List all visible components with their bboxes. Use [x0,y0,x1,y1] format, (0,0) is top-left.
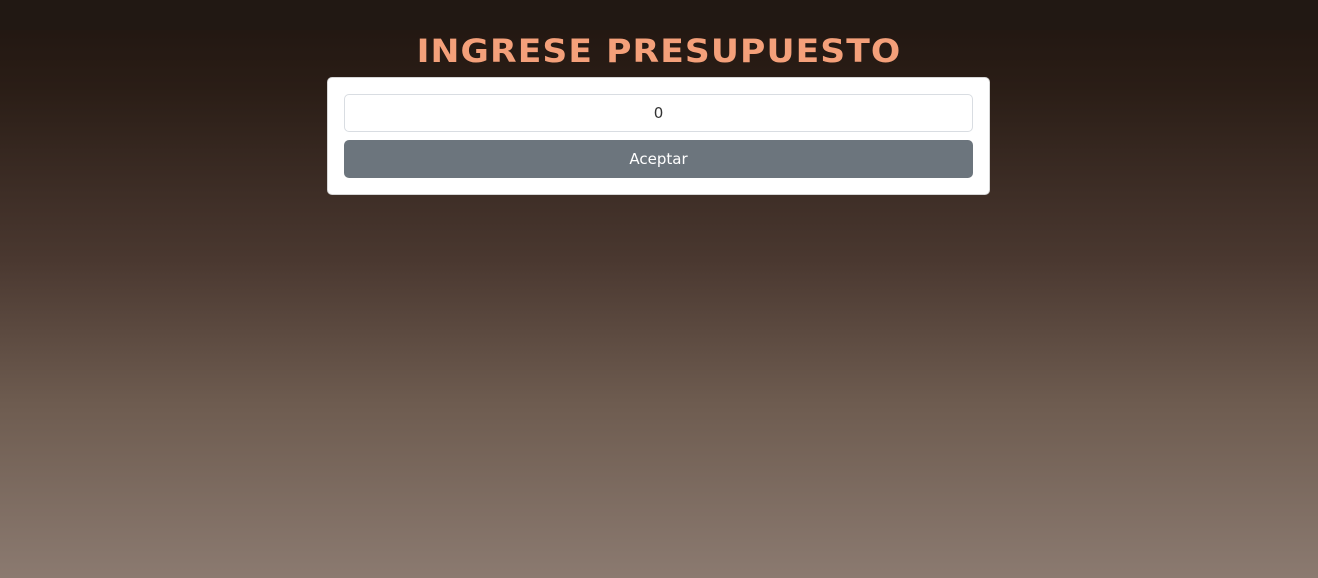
budget-input[interactable] [344,94,973,132]
budget-form-card: Aceptar [327,77,990,195]
page-title: INGRESE PRESUPUESTO [416,32,902,70]
accept-button[interactable]: Aceptar [344,140,973,178]
top-bar [0,0,1318,30]
